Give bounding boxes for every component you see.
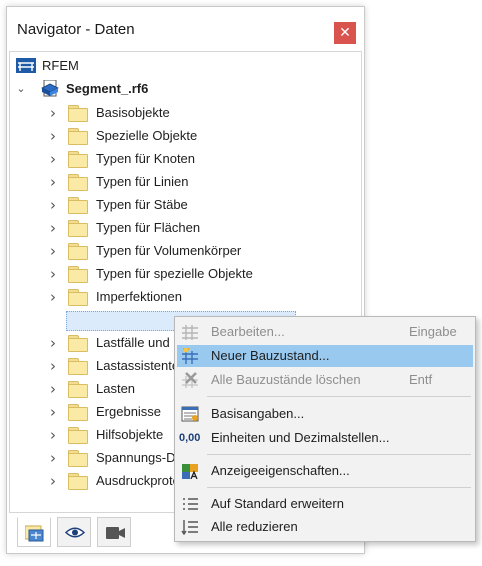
window-title: Navigator - Daten [17, 21, 135, 38]
camera-tab[interactable] [97, 517, 131, 547]
tree-item-label: Hilfsobjekte [96, 427, 164, 442]
delete-x-icon [182, 372, 198, 388]
tree-item[interactable]: › Basisobjekte [10, 102, 360, 124]
folder-icon [68, 289, 88, 306]
title-bar: Navigator - Daten ✕ [7, 7, 364, 51]
chevron-right-icon[interactable]: › [48, 106, 58, 121]
tree-item-label: Typen für Flächen [96, 220, 201, 235]
tree-item[interactable]: › Typen für spezielle Objekte [10, 263, 360, 285]
data-tab[interactable] [17, 517, 51, 547]
chevron-right-icon[interactable]: › [48, 198, 58, 213]
menu-item-units-decimals[interactable]: 0,00 Einheiten und Dezimalstellen... [177, 427, 473, 449]
chevron-right-icon[interactable]: › [48, 175, 58, 190]
chevron-right-icon[interactable]: › [48, 267, 58, 282]
chevron-right-icon[interactable]: › [48, 290, 58, 305]
menu-item-expand-default[interactable]: Auf Standard erweitern [177, 493, 473, 515]
menu-item-basic-data[interactable]: Basisangaben... [177, 403, 473, 425]
tree-item-label: Imperfektionen [96, 289, 182, 304]
tree-file-node[interactable]: ⌄ Segment_.rf6 [10, 78, 360, 100]
tree-item-label: Typen für Stäbe [96, 197, 188, 212]
close-button[interactable]: ✕ [334, 22, 356, 44]
folder-icon [68, 266, 88, 283]
chevron-right-icon[interactable]: › [48, 336, 58, 351]
chevron-right-icon[interactable]: › [48, 221, 58, 236]
video-camera-icon [106, 527, 125, 539]
folder-icon [68, 151, 88, 168]
tree-item-label: Basisobjekte [96, 105, 170, 120]
edit-grid-icon [182, 325, 198, 340]
folder-icon [68, 105, 88, 122]
chevron-right-icon[interactable]: › [48, 451, 58, 466]
view-tab[interactable] [57, 517, 91, 547]
basic-data-icon [181, 406, 199, 422]
tree-item[interactable]: › Typen für Linien [10, 171, 360, 193]
tree-item-label: Lastfälle und K [96, 335, 183, 350]
folder-icon [68, 427, 88, 444]
tree-file-label: Segment_.rf6 [66, 81, 149, 96]
chevron-down-icon[interactable]: ⌄ [16, 83, 26, 94]
folder-icon [68, 197, 88, 214]
chevron-right-icon[interactable]: › [48, 405, 58, 420]
model-file-icon [41, 80, 59, 97]
menu-item-new-construction-stage[interactable]: Neuer Bauzustand... [177, 345, 473, 367]
folder-icon [68, 128, 88, 145]
tree-item-label: Typen für Knoten [96, 151, 196, 166]
tree-item-label: Typen für Volumenkörper [96, 243, 242, 258]
folder-icon [68, 450, 88, 467]
rfem-logo-icon [16, 58, 36, 73]
menu-item-edit[interactable]: Bearbeiten... Eingabe [177, 321, 473, 343]
folder-icon [68, 220, 88, 237]
tree-item-label: Ausdruckproto [96, 473, 180, 488]
tree-root-rfem[interactable]: RFEM [10, 55, 360, 77]
tree-item[interactable]: › Typen für Flächen [10, 217, 360, 239]
tree-item-label: Typen für spezielle Objekte [96, 266, 253, 281]
tree-item-label: Lasten [96, 381, 136, 396]
tree-item-label: Spannungs-De [96, 450, 183, 465]
chevron-right-icon[interactable]: › [48, 428, 58, 443]
new-stage-icon [182, 348, 198, 364]
tree-root-label: RFEM [42, 58, 79, 73]
units-decimals-icon: 0,00 [179, 432, 201, 444]
context-menu: Bearbeiten... Eingabe Neuer Bauzustand..… [174, 316, 476, 542]
folder-icon [68, 473, 88, 490]
menu-item-collapse-all[interactable]: Alle reduzieren [177, 516, 473, 538]
tree-item-label: Spezielle Objekte [96, 128, 198, 143]
tree-item[interactable]: › Typen für Knoten [10, 148, 360, 170]
chevron-right-icon[interactable]: › [48, 244, 58, 259]
menu-separator [207, 454, 471, 455]
eye-icon [65, 527, 85, 538]
menu-item-delete-all[interactable]: Alle Bauzustände löschen Entf [177, 369, 473, 391]
menu-item-display-properties[interactable]: Anzeigeeigenschaften... [177, 460, 473, 482]
folder-icon [68, 174, 88, 191]
tree-item-label: Ergebnisse [96, 404, 162, 419]
chevron-right-icon[interactable]: › [48, 382, 58, 397]
folder-icon [68, 243, 88, 260]
tree-item[interactable]: › Spezielle Objekte [10, 125, 360, 147]
display-properties-icon [182, 464, 198, 479]
folder-icon [68, 381, 88, 398]
collapse-list-icon [181, 520, 198, 535]
menu-separator [207, 396, 471, 397]
folder-icon [68, 358, 88, 375]
tree-item[interactable]: › Typen für Volumenkörper [10, 240, 360, 262]
tree-item-label: Typen für Linien [96, 174, 189, 189]
tree-item[interactable]: › Imperfektionen [10, 286, 360, 308]
menu-separator [207, 487, 471, 488]
tree-item[interactable]: › Typen für Stäbe [10, 194, 360, 216]
chevron-right-icon[interactable]: › [48, 474, 58, 489]
data-navigator-icon [25, 525, 44, 542]
folder-icon [68, 335, 88, 352]
expand-list-icon [183, 498, 198, 510]
chevron-right-icon[interactable]: › [48, 152, 58, 167]
chevron-right-icon[interactable]: › [48, 129, 58, 144]
folder-icon [68, 404, 88, 421]
tree-item-label: Lastassistenten [96, 358, 187, 373]
chevron-right-icon[interactable]: › [48, 359, 58, 374]
